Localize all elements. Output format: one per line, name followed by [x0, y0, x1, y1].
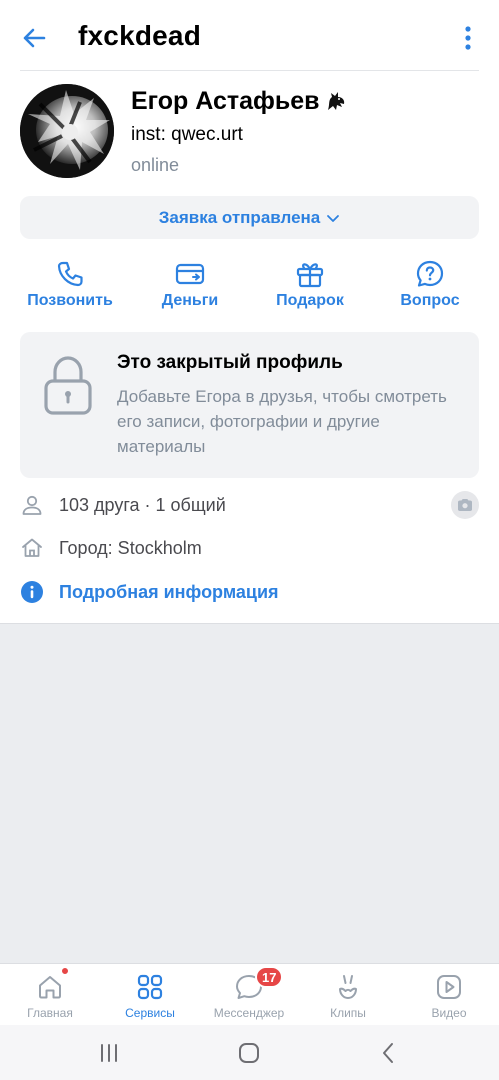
friends-row[interactable]: 103 друга · 1 общий — [20, 490, 479, 520]
question-label: Вопрос — [400, 292, 460, 309]
video-icon — [437, 975, 461, 999]
profile-status: inst: qwec.urt — [131, 124, 243, 145]
tab-clips-label: Клипы — [330, 1006, 366, 1020]
question-button[interactable]: Вопрос — [375, 258, 485, 318]
tab-services-label: Сервисы — [125, 1006, 175, 1020]
profile-name-row: Егор Астафьев — [131, 87, 348, 116]
private-profile-title: Это закрытый профиль — [117, 352, 343, 373]
header-divider — [20, 70, 479, 71]
friend-request-sent-button[interactable]: Заявка отправлена — [20, 196, 479, 239]
camera-icon — [458, 499, 472, 511]
back-arrow-icon[interactable] — [18, 22, 50, 54]
question-icon — [416, 260, 444, 287]
system-navigation-bar — [0, 1025, 499, 1080]
top-app-bar: fxckdead — [0, 0, 499, 72]
tab-services[interactable]: Сервисы — [100, 964, 200, 1026]
clips-icon — [339, 975, 357, 999]
notification-dot — [61, 967, 69, 975]
home-button-icon[interactable] — [234, 1038, 264, 1068]
call-button[interactable]: Позвонить — [15, 258, 125, 318]
bottom-tab-bar: Главная Сервисы 17 Мессенджер Клипы Виде… — [0, 963, 499, 1025]
tab-messenger-label: Мессенджер — [213, 1006, 285, 1020]
page-title: fxckdead — [78, 20, 201, 51]
friend-request-label: Заявка отправлена — [158, 207, 321, 227]
more-options-icon[interactable] — [458, 24, 478, 52]
home-outline-icon — [22, 538, 42, 557]
city-text: Город: Stockholm — [59, 537, 202, 558]
camera-button[interactable] — [451, 491, 479, 519]
details-link-text: Подробная информация — [59, 581, 279, 602]
lock-icon — [44, 356, 92, 415]
services-icon — [137, 974, 163, 1000]
unread-badge: 17 — [255, 966, 284, 988]
private-profile-text: Добавьте Егора в друзья, чтобы смотреть … — [117, 387, 447, 456]
system-back-icon[interactable] — [374, 1038, 404, 1068]
home-icon — [39, 976, 61, 999]
online-status: online — [131, 155, 180, 175]
gift-label: Подарок — [276, 292, 344, 309]
tab-clips[interactable]: Клипы — [298, 964, 398, 1026]
chevron-down-icon — [327, 214, 340, 222]
call-label: Позвонить — [27, 292, 113, 309]
recent-apps-icon[interactable] — [94, 1038, 124, 1068]
profile-name: Егор Астафьев — [131, 87, 320, 115]
details-link[interactable]: Подробная информация — [20, 577, 479, 607]
money-button[interactable]: Деньги — [135, 258, 245, 318]
private-profile-card: Это закрытый профиль Добавьте Егора в др… — [20, 332, 479, 478]
avatar[interactable] — [20, 84, 114, 178]
tab-messenger[interactable]: 17 Мессенджер — [199, 964, 299, 1026]
info-icon — [21, 581, 43, 603]
money-label: Деньги — [161, 292, 219, 309]
city-row: Город: Stockholm — [20, 533, 479, 563]
person-icon — [22, 495, 42, 515]
gift-icon — [296, 263, 324, 288]
money-icon — [175, 263, 205, 285]
tab-video-label: Видео — [431, 1006, 467, 1020]
profile-screen: fxckdead Егор Астафьев inst: qwec.urt on… — [0, 0, 499, 1080]
profile-section: fxckdead Егор Астафьев inst: qwec.urt on… — [0, 0, 499, 624]
gift-button[interactable]: Подарок — [255, 258, 365, 318]
tab-video[interactable]: Видео — [399, 964, 499, 1026]
dragon-emoji-icon — [327, 91, 344, 110]
tab-home-label: Главная — [27, 1006, 73, 1020]
tab-home[interactable]: Главная — [0, 964, 100, 1026]
friends-count: 103 друга · 1 общий — [59, 494, 226, 515]
phone-icon — [57, 261, 83, 287]
